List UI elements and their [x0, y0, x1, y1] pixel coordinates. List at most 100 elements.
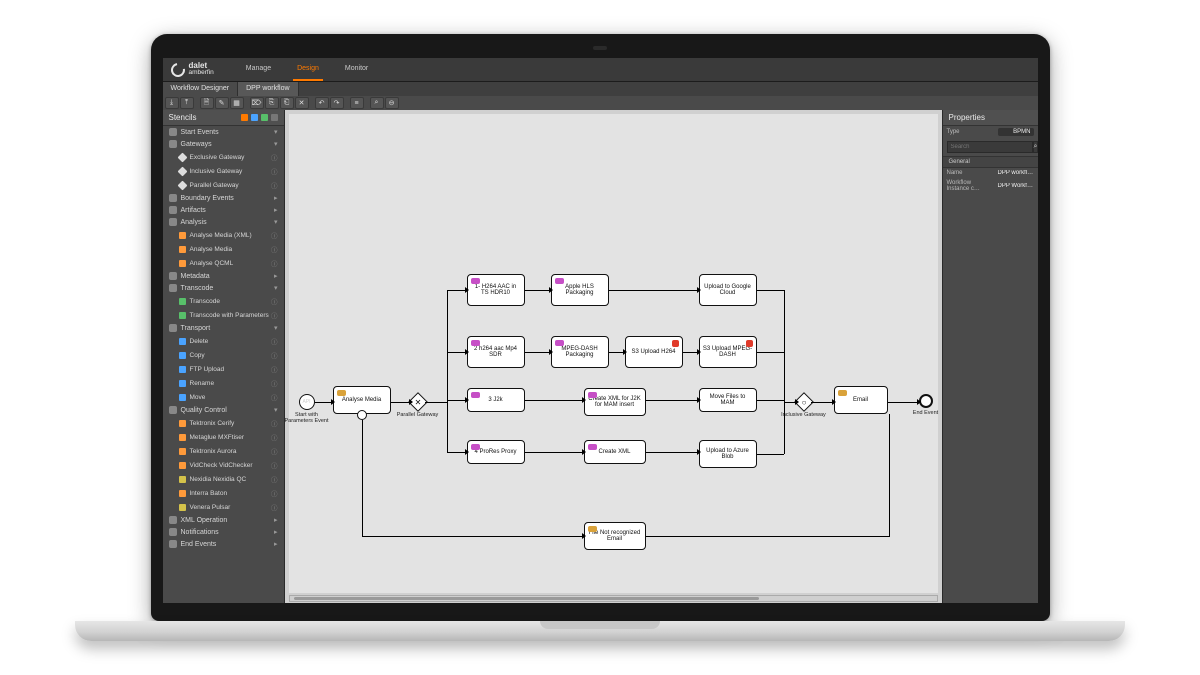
sort-icon[interactable]: [261, 114, 268, 121]
properties-panel: Properties Type BPMN ⌕ General Name DPP …: [942, 110, 1038, 603]
cat-xml-operation[interactable]: XML Operation▸: [163, 514, 284, 526]
node-hls-packaging[interactable]: Apple HLS Packaging: [551, 274, 609, 306]
section-general[interactable]: General: [943, 156, 1038, 168]
task-type-icon: [555, 278, 564, 284]
prop-name-label: Name: [947, 170, 995, 176]
stencil-exclusive-gateway[interactable]: Exclusive Gatewayⓘ: [163, 150, 284, 164]
node-s3-dash[interactable]: S3 Upload MPEG-DASH: [699, 336, 757, 368]
tool-zoom-out-icon[interactable]: ⊖: [385, 97, 399, 109]
brand-sub: amberfin: [189, 70, 214, 77]
stencil-baton[interactable]: Interra Batonⓘ: [163, 486, 284, 500]
stencil-parallel-gateway[interactable]: Parallel Gatewayⓘ: [163, 178, 284, 192]
tool-paste-icon[interactable]: ⎗: [280, 97, 294, 109]
tab-monitor[interactable]: Monitor: [341, 58, 372, 81]
tab-workflow-designer[interactable]: Workflow Designer: [163, 82, 239, 96]
cat-transcode[interactable]: Transcode▾: [163, 282, 284, 294]
laptop-base: [75, 621, 1125, 641]
task-type-icon: [588, 444, 597, 450]
stencil-analyse-media-xml[interactable]: Analyse Media (XML)ⓘ: [163, 228, 284, 242]
filter-icon[interactable]: [251, 114, 258, 121]
prop-instance-row: Workflow Instance c… DPP Workflow - […: [943, 178, 1038, 194]
tool-new-icon[interactable]: 🗎: [200, 97, 214, 109]
tool-copy-icon[interactable]: ⎘: [265, 97, 279, 109]
node-s3-h264[interactable]: S3 Upload H264: [625, 336, 683, 368]
workflow-canvas[interactable]: API Start with Parameters Event Analyse …: [289, 114, 938, 593]
stencil-move[interactable]: Moveⓘ: [163, 390, 284, 404]
cat-transport[interactable]: Transport▾: [163, 322, 284, 334]
tool-grid-icon[interactable]: ▦: [230, 97, 244, 109]
node-upload-gcloud[interactable]: Upload to Google Cloud: [699, 274, 757, 306]
cat-quality-control[interactable]: Quality Control▾: [163, 404, 284, 416]
cat-metadata[interactable]: Metadata▸: [163, 270, 284, 282]
node-upload-azure[interactable]: Upload to Azure Blob: [699, 440, 757, 468]
laptop-mockup: dalet amberfin Manage Design Monitor Wor…: [150, 34, 1050, 641]
tool-redo-icon[interactable]: ↷: [330, 97, 344, 109]
aws-icon: [746, 340, 753, 347]
start-event[interactable]: API: [299, 394, 315, 410]
node-label: Move Files to MAM: [703, 394, 753, 406]
tool-zoom-in-icon[interactable]: ⌕: [370, 97, 384, 109]
tool-export-icon[interactable]: ⤒: [180, 97, 194, 109]
tab-manage[interactable]: Manage: [242, 58, 275, 81]
cat-analysis[interactable]: Analysis▾: [163, 216, 284, 228]
stencil-transcode-params[interactable]: Transcode with Parametersⓘ: [163, 308, 284, 322]
prop-instance-value[interactable]: DPP Workflow - […: [998, 183, 1034, 189]
node-create-xml-j2k[interactable]: Create XML for J2K for MAM insert: [584, 388, 646, 416]
cat-gateways[interactable]: Gateways▾: [163, 138, 284, 150]
cat-boundary-events[interactable]: Boundary Events▸: [163, 192, 284, 204]
node-label: S3 Upload H264: [631, 349, 675, 355]
stencil-delete[interactable]: Deleteⓘ: [163, 334, 284, 348]
stencil-pulsar[interactable]: Venera Pulsarⓘ: [163, 500, 284, 514]
tab-design[interactable]: Design: [293, 58, 323, 81]
boundary-event[interactable]: [357, 410, 367, 420]
cat-notifications[interactable]: Notifications▸: [163, 526, 284, 538]
inclusive-gateway-label: Inclusive Gateway: [779, 412, 829, 418]
stencil-analyse-media[interactable]: Analyse Mediaⓘ: [163, 242, 284, 256]
cat-end-events[interactable]: End Events▸: [163, 538, 284, 550]
node-move-mam data-interactable[interactable]: Move Files to MAM: [699, 388, 757, 412]
horizontal-scrollbar[interactable]: [289, 595, 938, 602]
search-button[interactable]: ⌕: [1033, 141, 1038, 153]
stencil-copy[interactable]: Copyⓘ: [163, 348, 284, 362]
start-api-label: API: [302, 399, 310, 405]
more-icon[interactable]: [271, 114, 278, 121]
tool-cut-icon[interactable]: ⌦: [250, 97, 264, 109]
task-type-icon: [471, 444, 480, 450]
tool-delete-icon[interactable]: ✕: [295, 97, 309, 109]
tool-import-icon[interactable]: ⤓: [165, 97, 179, 109]
prop-name-value[interactable]: DPP workflow: [998, 170, 1034, 176]
stencil-aurora[interactable]: Tektronix Auroraⓘ: [163, 444, 284, 458]
node-prores[interactable]: 4 ProRes Proxy: [467, 440, 525, 464]
prop-name-row: Name DPP workflow: [943, 168, 1038, 178]
node-email[interactable]: Email: [834, 386, 888, 414]
stencil-analyse-qcml[interactable]: Analyse QCMLⓘ: [163, 256, 284, 270]
stencil-ftp-upload[interactable]: FTP Uploadⓘ: [163, 362, 284, 376]
tool-undo-icon[interactable]: ↶: [315, 97, 329, 109]
stencil-cerify[interactable]: Tektronix Cerifyⓘ: [163, 416, 284, 430]
node-label: MPEG-DASH Packaging: [555, 346, 605, 358]
view-icon[interactable]: [241, 114, 248, 121]
stencil-inclusive-gateway[interactable]: Inclusive Gatewayⓘ: [163, 164, 284, 178]
properties-search: ⌕: [947, 141, 1034, 153]
tab-dpp-workflow[interactable]: DPP workflow: [238, 82, 298, 96]
stencil-transcode[interactable]: Transcodeⓘ: [163, 294, 284, 308]
cat-artifacts[interactable]: Artifacts▸: [163, 204, 284, 216]
node-j2k[interactable]: 3 J2k: [467, 388, 525, 412]
tool-align-icon[interactable]: ≡: [350, 97, 364, 109]
app-header: dalet amberfin Manage Design Monitor: [163, 58, 1038, 82]
node-dash-packaging[interactable]: MPEG-DASH Packaging: [551, 336, 609, 368]
node-h264-hdr10[interactable]: 1- H264 AAC in TS HDR10: [467, 274, 525, 306]
stencil-mxftiser[interactable]: Metaglue MXFtiserⓘ: [163, 430, 284, 444]
stencil-nexidia[interactable]: Nexidia Nexidia QCⓘ: [163, 472, 284, 486]
node-file-not-recognized[interactable]: File Not recognized Email: [584, 522, 646, 550]
node-h264-sdr[interactable]: 2 h264 aac Mp4 SDR: [467, 336, 525, 368]
node-create-xml[interactable]: Create XML: [584, 440, 646, 464]
cat-start-events[interactable]: Start Events▾: [163, 126, 284, 138]
node-label: 2 h264 aac Mp4 SDR: [471, 346, 521, 358]
search-input[interactable]: [947, 141, 1033, 153]
stencil-vidchecker[interactable]: VidCheck VidCheckerⓘ: [163, 458, 284, 472]
scroll-thumb[interactable]: [294, 597, 760, 600]
tool-edit-icon[interactable]: ✎: [215, 97, 229, 109]
stencil-rename[interactable]: Renameⓘ: [163, 376, 284, 390]
end-event[interactable]: [919, 394, 933, 408]
